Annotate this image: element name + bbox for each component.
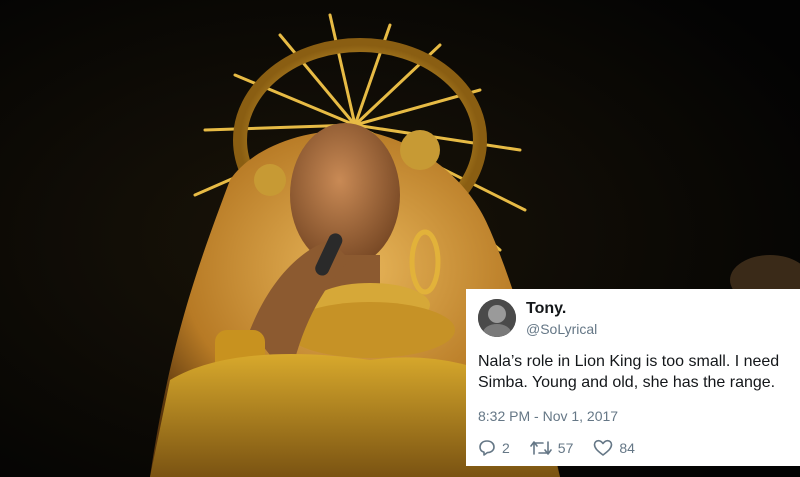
reply-icon bbox=[479, 440, 495, 456]
reply-count: 2 bbox=[502, 440, 510, 456]
tweet-timestamp[interactable]: 8:32 PM - Nov 1, 2017 bbox=[478, 408, 618, 424]
tweet-text-line-2: Simba. Young and old, she has the range. bbox=[478, 374, 776, 391]
tweet-text-line-1: Nala’s role in Lion King is too small. I… bbox=[478, 353, 780, 370]
reply-button[interactable]: 2 bbox=[478, 439, 510, 457]
user-handle[interactable]: @SoLyrical bbox=[526, 321, 597, 337]
display-name[interactable]: Tony. bbox=[526, 300, 566, 318]
retweet-count: 57 bbox=[557, 440, 574, 456]
avatar[interactable] bbox=[478, 299, 516, 337]
like-count: 84 bbox=[619, 440, 635, 456]
heart-icon bbox=[594, 439, 613, 456]
tweet-card: Tony. @SoLyrical Nala’s role in Lion Kin… bbox=[466, 289, 800, 466]
retweet-icon bbox=[529, 441, 552, 455]
like-button[interactable]: 84 bbox=[593, 439, 635, 457]
tweet-text: Nala’s role in Lion King is too small. I… bbox=[478, 351, 800, 393]
tweet-actions: 2 57 84 bbox=[478, 439, 655, 457]
retweet-button[interactable]: 57 bbox=[529, 439, 574, 457]
